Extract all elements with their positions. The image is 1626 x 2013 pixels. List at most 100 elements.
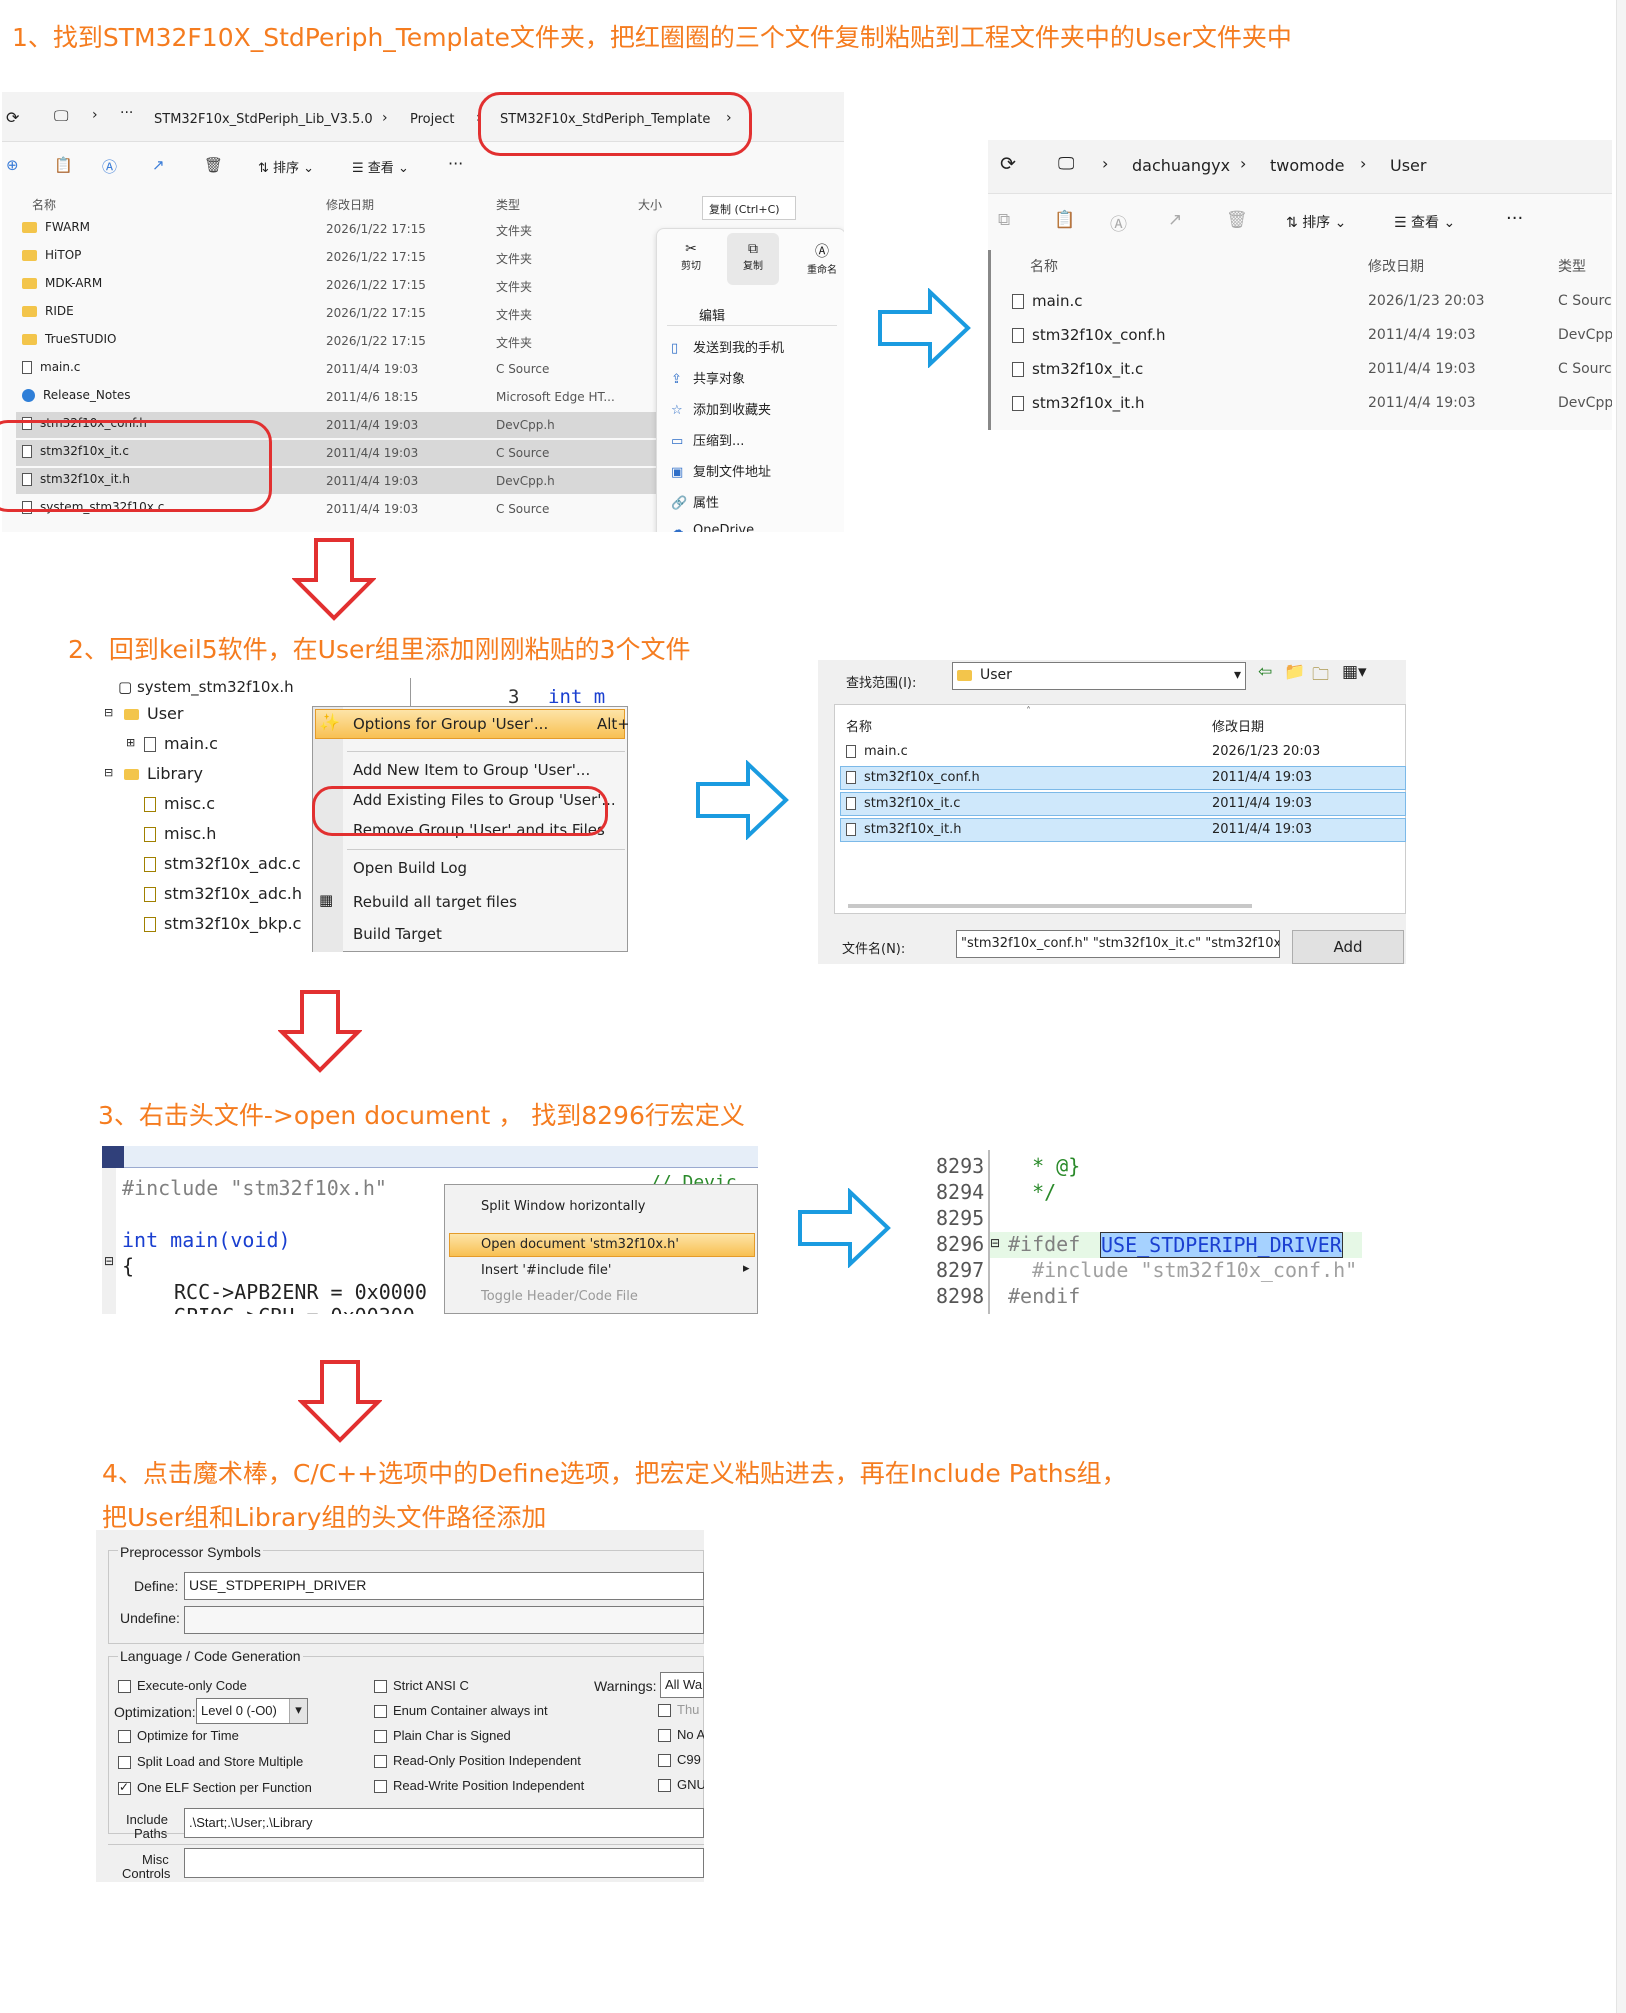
option-checkbox[interactable]: Read-Write Position Independent: [374, 1778, 584, 1794]
context-menu-item[interactable]: ▯ 发送到我的手机: [671, 337, 784, 356]
tree-item-main-c[interactable]: main.c: [144, 734, 218, 753]
list-item[interactable]: main.c 2011/4/4 19:03 C Source: [16, 356, 656, 382]
define-input[interactable]: USE_STDPERIPH_DRIVER: [184, 1572, 704, 1600]
option-checkbox[interactable]: Split Load and Store Multiple: [118, 1754, 303, 1770]
context-menu-item[interactable]: 编辑: [699, 305, 725, 324]
sort-button[interactable]: ⇅ 排序 ⌄: [1286, 212, 1346, 232]
tree-group-user[interactable]: User: [124, 704, 183, 723]
breadcrumb-dachuangyx[interactable]: dachuangyx: [1132, 156, 1230, 175]
option-checkbox[interactable]: Enum Container always int: [374, 1703, 548, 1719]
list-item[interactable]: Release_Notes 2011/4/6 18:15 Microsoft E…: [16, 384, 656, 410]
copy-button[interactable]: ⧉ 复制: [743, 241, 763, 273]
undefine-input[interactable]: [184, 1606, 704, 1634]
list-item[interactable]: main.c 2026/1/23 20:03: [844, 740, 1404, 764]
col-name[interactable]: 名称: [846, 716, 872, 735]
option-checkbox[interactable]: Plain Char is Signed: [374, 1728, 511, 1744]
option-checkbox[interactable]: Execute-only Code: [118, 1678, 247, 1694]
ellipsis-icon[interactable]: ···: [120, 105, 133, 121]
breadcrumb-project[interactable]: Project: [410, 112, 454, 127]
col-date[interactable]: 修改日期: [1368, 256, 1424, 276]
page-scrollbar[interactable]: [1616, 0, 1626, 2013]
more-button[interactable]: ···: [448, 154, 463, 173]
sort-button[interactable]: ⇅ 排序 ⌄: [258, 157, 314, 176]
list-item[interactable]: stm32f10x_it.c 2011/4/4 19:03 C Sourc: [1012, 354, 1612, 384]
back-icon[interactable]: ⇦: [1258, 662, 1272, 682]
new-icon[interactable]: ⊕: [6, 156, 19, 174]
option-checkbox[interactable]: Thu: [658, 1702, 699, 1718]
context-menu-item[interactable]: ▣ 复制文件地址: [671, 461, 771, 480]
context-menu-item[interactable]: Open Build Log: [353, 859, 467, 877]
share-icon[interactable]: ↗: [1168, 210, 1182, 230]
col-size[interactable]: 大小: [638, 196, 662, 213]
delete-icon[interactable]: 🗑: [1226, 210, 1248, 230]
context-menu-item[interactable]: ⇪ 共享对象: [671, 368, 745, 387]
filename-input[interactable]: "stm32f10x_conf.h" "stm32f10x_it.c" "stm…: [956, 930, 1280, 958]
list-item[interactable]: RIDE 2026/1/22 17:15 文件夹: [16, 300, 656, 326]
more-button[interactable]: ···: [1506, 208, 1523, 229]
list-item[interactable]: stm32f10x_it.h 2011/4/4 19:03 DevCpp: [1012, 388, 1612, 418]
view-button[interactable]: ☰ 查看 ⌄: [352, 157, 409, 176]
add-button[interactable]: Add: [1292, 930, 1404, 964]
delete-icon[interactable]: 🗑: [204, 156, 223, 174]
paste-icon[interactable]: 📋: [54, 156, 73, 174]
menu-split-window[interactable]: Split Window horizontally: [481, 1199, 646, 1214]
up-folder-icon[interactable]: 📁: [1284, 662, 1305, 682]
option-checkbox[interactable]: GNU: [658, 1777, 704, 1793]
list-item[interactable]: FWARM 2026/1/22 17:15 文件夹: [16, 216, 656, 242]
refresh-icon[interactable]: ⟳: [1000, 153, 1016, 175]
view-menu-icon[interactable]: ▦▾: [1342, 662, 1367, 682]
rename-icon[interactable]: Ⓐ: [102, 156, 117, 177]
option-checkbox[interactable]: Optimize for Time: [118, 1728, 239, 1744]
tree-item-file[interactable]: misc.c: [144, 794, 215, 813]
cut-button[interactable]: ✂ 剪切: [681, 241, 701, 273]
context-menu-item[interactable]: Build Target: [353, 925, 442, 943]
list-item[interactable]: TrueSTUDIO 2026/1/22 17:15 文件夹: [16, 328, 656, 354]
option-checkbox[interactable]: Strict ANSI C: [374, 1678, 469, 1694]
list-item[interactable]: MDK-ARM 2026/1/22 17:15 文件夹: [16, 272, 656, 298]
collapse-icon[interactable]: ⊟: [990, 1236, 1000, 1250]
list-item[interactable]: stm32f10x_conf.h 2011/4/4 19:03 DevCpp: [1012, 320, 1612, 350]
breadcrumb-user[interactable]: User: [1390, 156, 1426, 175]
tree-item-file[interactable]: stm32f10x_bkp.c: [144, 914, 301, 933]
col-date[interactable]: 修改日期: [326, 196, 374, 213]
context-menu-item[interactable]: ▭ 压缩到...: [671, 430, 744, 449]
list-item[interactable]: main.c 2026/1/23 20:03 C Sourc: [1012, 286, 1612, 316]
breadcrumb-twomode[interactable]: twomode: [1270, 156, 1345, 175]
tree-item-system-h[interactable]: ▢ system_stm32f10x.h: [118, 678, 294, 696]
context-menu-item[interactable]: 🔗 属性: [671, 492, 719, 511]
tree-item-file[interactable]: stm32f10x_adc.h: [144, 884, 302, 903]
context-menu-item[interactable]: ☆ 添加到收藏夹: [671, 399, 771, 418]
warnings-select[interactable]: All War: [660, 1672, 704, 1698]
context-menu-item[interactable]: ☁ OneDrive: [671, 523, 754, 532]
lookin-select[interactable]: User ▾: [952, 662, 1246, 690]
menu-open-document[interactable]: Open document 'stm32f10x.h': [481, 1237, 679, 1252]
macro-selection[interactable]: USE_STDPERIPH_DRIVER: [1100, 1232, 1343, 1258]
new-folder-icon[interactable]: 🗀: [1312, 662, 1329, 691]
rename-icon[interactable]: Ⓐ: [1110, 210, 1127, 235]
context-menu-item[interactable]: Rebuild all target files: [353, 893, 517, 911]
share-icon[interactable]: ↗: [152, 156, 165, 174]
option-checkbox[interactable]: C99: [658, 1752, 701, 1768]
option-checkbox[interactable]: Read-Only Position Independent: [374, 1753, 581, 1769]
list-item[interactable]: HiTOP 2026/1/22 17:15 文件夹: [16, 244, 656, 270]
col-type[interactable]: 类型: [1558, 256, 1586, 276]
col-type[interactable]: 类型: [496, 196, 520, 213]
menu-toggle-header[interactable]: Toggle Header/Code File: [481, 1289, 638, 1304]
paste-icon[interactable]: 📋: [1054, 210, 1075, 230]
option-checkbox[interactable]: No A: [658, 1727, 704, 1743]
optimization-select[interactable]: Level 0 (-O0) ▾: [196, 1698, 308, 1724]
new-icon[interactable]: ⧉: [998, 210, 1010, 230]
computer-icon[interactable]: 🖵: [1058, 154, 1074, 174]
col-name[interactable]: 名称: [32, 196, 56, 213]
view-button[interactable]: ☰ 查看 ⌄: [1394, 212, 1455, 232]
collapse-icon[interactable]: ⊟: [104, 1254, 114, 1268]
list-item[interactable]: stm32f10x_it.c 2011/4/4 19:03: [844, 792, 1404, 816]
expand-icon[interactable]: ⊟: [104, 706, 113, 719]
computer-icon[interactable]: 🖵: [54, 107, 68, 125]
rename-button[interactable]: Ⓐ 重命名: [807, 241, 837, 277]
expand-icon[interactable]: ⊞: [126, 736, 135, 749]
context-menu-item[interactable]: Options for Group 'User'...: [353, 715, 548, 733]
option-checkbox[interactable]: One ELF Section per Function: [118, 1780, 312, 1796]
misc-controls-input[interactable]: [184, 1848, 704, 1878]
list-item[interactable]: stm32f10x_conf.h 2011/4/4 19:03: [844, 766, 1404, 790]
